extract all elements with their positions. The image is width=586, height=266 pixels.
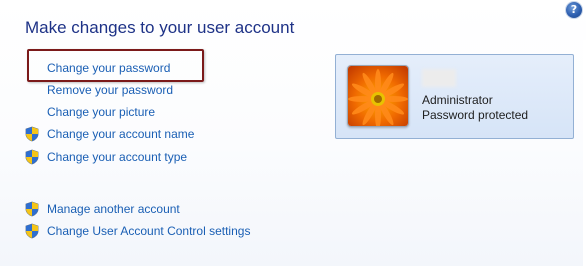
account-type-label: Administrator bbox=[422, 93, 493, 107]
change-account-type-link[interactable]: Change your account type bbox=[47, 150, 187, 164]
page-title: Make changes to your user account bbox=[25, 18, 295, 37]
uac-shield-icon bbox=[24, 126, 40, 142]
account-name-redacted bbox=[422, 69, 456, 87]
account-card: Administrator Password protected bbox=[335, 54, 574, 139]
uac-shield-icon bbox=[24, 201, 40, 217]
change-password-link[interactable]: Change your password bbox=[47, 61, 170, 75]
manage-another-account-link[interactable]: Manage another account bbox=[47, 202, 180, 216]
uac-shield-icon bbox=[24, 149, 40, 165]
account-picture bbox=[347, 65, 409, 127]
change-picture-link[interactable]: Change your picture bbox=[47, 105, 155, 119]
remove-password-link[interactable]: Remove your password bbox=[47, 83, 173, 97]
uac-settings-link[interactable]: Change User Account Control settings bbox=[47, 224, 250, 238]
uac-shield-icon bbox=[24, 223, 40, 239]
change-account-name-link[interactable]: Change your account name bbox=[47, 127, 194, 141]
account-password-status: Password protected bbox=[422, 108, 529, 122]
user-accounts-panel: ? Make changes to your user account Chan… bbox=[0, 0, 586, 266]
help-icon[interactable]: ? bbox=[566, 2, 582, 18]
